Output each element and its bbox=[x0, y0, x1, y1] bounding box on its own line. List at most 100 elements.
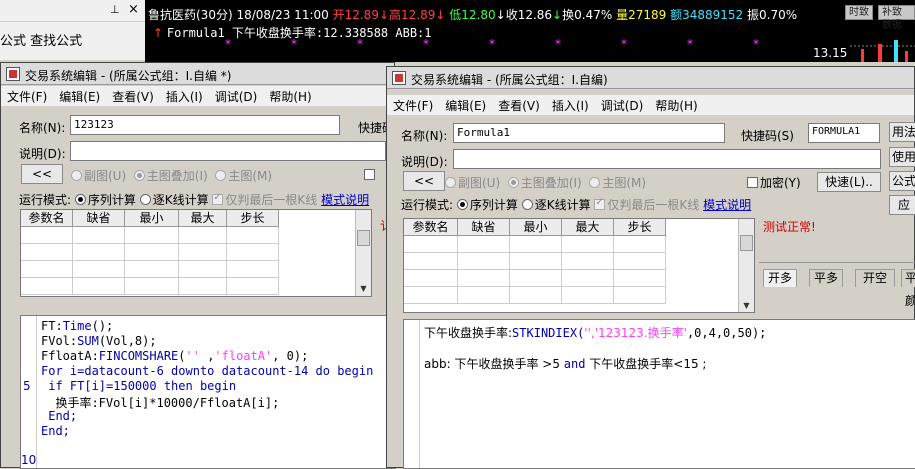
sub-chart-radio[interactable] bbox=[71, 170, 82, 181]
name-label: 名称(N): bbox=[19, 121, 66, 135]
menu-edit[interactable]: 编辑(E) bbox=[53, 86, 106, 107]
panel-header: ⊥ × bbox=[0, 0, 145, 22]
table-row[interactable] bbox=[404, 270, 666, 287]
chart-type-group: 副图(U) 主图叠加(I) 主图(M) bbox=[71, 167, 272, 184]
name-field[interactable]: 123123 bbox=[70, 115, 340, 135]
code-line: FVol:SUM(Vol,8); bbox=[41, 334, 157, 348]
description-field[interactable] bbox=[70, 141, 386, 161]
mode-help-link[interactable]: 模式说明 bbox=[703, 198, 751, 212]
close-icon[interactable]: × bbox=[128, 2, 139, 17]
main-chart-radio[interactable] bbox=[215, 170, 227, 181]
formula-menu-text[interactable]: 公式 查找公式 bbox=[0, 30, 82, 49]
table-row[interactable] bbox=[21, 244, 279, 261]
main-overlay-radio[interactable] bbox=[133, 170, 145, 181]
table-row[interactable] bbox=[21, 227, 279, 244]
name-label: 名称(N): bbox=[401, 129, 448, 143]
quote-close: 收12.86 bbox=[505, 8, 553, 22]
menu-help[interactable]: 帮助(H) bbox=[263, 86, 317, 107]
quick-button[interactable]: 快速(L).. bbox=[817, 172, 881, 192]
apply-button[interactable]: 应 bbox=[889, 195, 915, 215]
menu-bar: 文件(F) 编辑(E) 查看(V) 插入(I) 调试(D) 帮助(H) bbox=[1, 86, 394, 106]
param-table: 参数名 缺省 最小 最大 步长 ▼ bbox=[403, 218, 755, 313]
table-scrollbar[interactable]: ▼ bbox=[355, 210, 371, 296]
window-title: 交易系统编辑 - (所属公式组：I.自编) bbox=[411, 73, 608, 87]
marker: * bbox=[357, 37, 363, 51]
run-mode-row: 运行模式: 序列计算 逐K线计算 仅判最后一根K线 模式说明 bbox=[19, 191, 369, 208]
menu-view[interactable]: 查看(V) bbox=[492, 95, 546, 116]
tab-close-long[interactable]: 平多 bbox=[809, 269, 843, 287]
main-chart-radio[interactable] bbox=[589, 177, 601, 188]
marker: * bbox=[291, 37, 297, 51]
tag-button-1[interactable]: 时致 bbox=[845, 5, 873, 20]
left-editor-window: 交易系统编辑 - (所属公式组：I.自编 *) 文件(F) 编辑(E) 查看(V) 插… bbox=[0, 62, 396, 469]
sub-chart-radio[interactable] bbox=[445, 177, 456, 188]
mode-help-link[interactable]: 模式说明 bbox=[321, 193, 369, 207]
main-overlay-radio[interactable] bbox=[507, 177, 519, 188]
price-label: 13.15 bbox=[813, 46, 848, 60]
marker: * bbox=[753, 37, 759, 51]
quote-open: 开12.89 bbox=[332, 8, 379, 22]
tag-button-2[interactable]: 补致数据 bbox=[878, 5, 915, 31]
tab-open-short[interactable]: 开空 bbox=[855, 269, 895, 287]
formula-button[interactable]: 公式 bbox=[889, 171, 915, 191]
table-scrollbar[interactable]: ▼ bbox=[738, 219, 754, 312]
seq-calc-radio[interactable] bbox=[456, 199, 468, 210]
scroll-down-icon[interactable]: ▼ bbox=[356, 282, 371, 296]
description-field[interactable] bbox=[453, 149, 881, 169]
table-row[interactable] bbox=[404, 287, 666, 304]
code-editor[interactable]: 下午收盘换手率:STKINDIEX('','123123.换手率',0,4,0,… bbox=[403, 319, 915, 469]
scroll-thumb[interactable] bbox=[357, 230, 370, 246]
scroll-down-icon[interactable]: ▼ bbox=[739, 299, 754, 312]
col-param-name: 参数名 bbox=[404, 219, 458, 235]
code-editor[interactable]: 5 10 FT:Time(); FVol:SUM(Vol,8); FfloatA… bbox=[20, 315, 396, 469]
window-title: 交易系统编辑 - (所属公式组：I.自编 *) bbox=[25, 69, 232, 83]
col-min: 最小 bbox=[125, 210, 179, 226]
last-k-checkbox[interactable] bbox=[594, 197, 606, 210]
shortcut-field[interactable]: FORMULA1 bbox=[808, 123, 880, 143]
tab-close-short[interactable]: 平 bbox=[901, 269, 915, 287]
encrypt-checkbox[interactable] bbox=[364, 169, 375, 180]
menu-edit[interactable]: 编辑(E) bbox=[439, 95, 492, 116]
menu-help[interactable]: 帮助(H) bbox=[649, 95, 703, 116]
by-k-calc-radio[interactable] bbox=[139, 194, 151, 205]
table-row[interactable] bbox=[21, 261, 279, 278]
menu-insert[interactable]: 插入(I) bbox=[160, 86, 209, 107]
code-line: FfloatA:FINCOMSHARE('' ,'floatA', 0); bbox=[41, 349, 309, 363]
use-button[interactable]: 使用 bbox=[889, 147, 915, 167]
back-button[interactable]: << bbox=[21, 164, 63, 184]
signal-markers: * * * * * * * * * bbox=[225, 37, 915, 62]
signal-tabs: 开多 平多 开空 平 颜 bbox=[759, 262, 915, 318]
col-step: 步长 bbox=[227, 210, 279, 226]
col-max: 最大 bbox=[179, 210, 227, 226]
quote-amplitude: 振0.70% bbox=[747, 8, 798, 22]
description-label: 说明(D): bbox=[19, 147, 66, 161]
menu-debug[interactable]: 调试(D) bbox=[595, 95, 650, 116]
menu-file[interactable]: 文件(F) bbox=[1, 86, 53, 107]
code-line: End; bbox=[41, 409, 78, 423]
by-k-calc-radio[interactable] bbox=[521, 199, 533, 210]
scroll-thumb[interactable] bbox=[740, 235, 753, 251]
table-row[interactable] bbox=[404, 236, 666, 253]
usage-button[interactable]: 用法 bbox=[889, 122, 915, 142]
name-field[interactable]: Formula1 bbox=[453, 123, 725, 143]
table-row[interactable] bbox=[404, 253, 666, 270]
quote-turnover: 换0.47% bbox=[562, 8, 613, 22]
line-gutter bbox=[404, 320, 420, 468]
line-number: 10 bbox=[21, 453, 37, 467]
menu-file[interactable]: 文件(F) bbox=[387, 95, 439, 116]
pin-icon[interactable]: ⊥ bbox=[110, 3, 120, 16]
back-button[interactable]: << bbox=[403, 171, 445, 191]
table-row[interactable] bbox=[21, 278, 279, 295]
code-line: abb: 下午收盘换手率 >5 and 下午收盘换手率<15 ; bbox=[424, 357, 707, 371]
menu-debug[interactable]: 调试(D) bbox=[209, 86, 264, 107]
tab-open-long[interactable]: 开多 bbox=[763, 269, 797, 287]
menu-insert[interactable]: 插入(I) bbox=[546, 95, 595, 116]
title-bar: 交易系统编辑 - (所属公式组：I.自编) bbox=[387, 67, 914, 89]
window-icon bbox=[392, 71, 406, 85]
table-header: 参数名 缺省 最小 最大 步长 bbox=[21, 210, 279, 227]
last-k-checkbox[interactable] bbox=[212, 192, 224, 205]
encrypt-checkbox[interactable] bbox=[747, 177, 758, 188]
chart-type-group: 副图(U) 主图叠加(I) 主图(M) bbox=[445, 174, 646, 191]
seq-calc-radio[interactable] bbox=[74, 194, 86, 205]
menu-view[interactable]: 查看(V) bbox=[106, 86, 160, 107]
